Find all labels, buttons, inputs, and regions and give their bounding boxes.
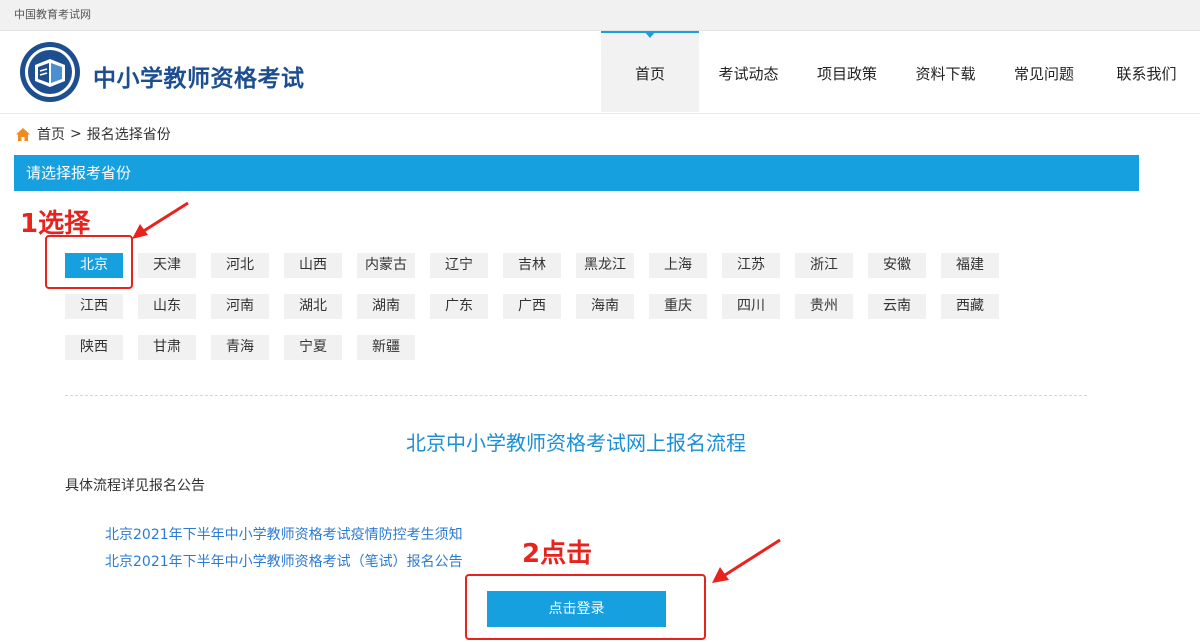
flow-title: 北京中小学教师资格考试网上报名流程: [406, 431, 746, 455]
annotation-step2-box: [465, 574, 706, 640]
province-button[interactable]: 广东: [430, 294, 488, 319]
annotation-arrow-2-icon: [712, 538, 781, 583]
breadcrumb-home-link[interactable]: 首页: [37, 124, 65, 144]
province-button[interactable]: 福建: [941, 253, 999, 278]
home-icon: [16, 127, 30, 141]
province-button[interactable]: 云南: [868, 294, 926, 319]
province-button[interactable]: 浙江: [795, 253, 853, 278]
province-button[interactable]: 内蒙古: [357, 253, 415, 278]
dashed-divider: [65, 395, 1087, 396]
province-button[interactable]: 西藏: [941, 294, 999, 319]
province-button[interactable]: 山西: [284, 253, 342, 278]
province-button[interactable]: 湖北: [284, 294, 342, 319]
flow-detail-text: 具体流程详见报名公告: [65, 478, 205, 494]
province-grid: 北京 天津 河北 山西 内蒙古 辽宁 吉林 黑龙江 上海 江苏 浙江 安徽 福建 江西 山东 河南 湖北 湖南 广东…: [65, 253, 1075, 376]
nav-item-label: 常见问题: [1013, 65, 1074, 83]
nav-item-policy[interactable]: 项目政策: [798, 31, 896, 112]
nav-item-contact[interactable]: 联系我们: [1093, 31, 1200, 112]
province-button[interactable]: 四川: [722, 294, 780, 319]
breadcrumb: 首页 > 报名选择省份: [15, 124, 171, 144]
nav-item-label: 考试动态: [718, 65, 779, 83]
nav-item-home[interactable]: 首页: [601, 31, 699, 112]
site-logo-title[interactable]: 中小学教师资格考试: [93, 59, 305, 93]
province-button[interactable]: 安徽: [868, 253, 926, 278]
site-header: 中小学教师资格考试 首页 考试动态 项目政策 资料下载 常见问题 联系我们: [0, 31, 1200, 114]
nav-item-faq[interactable]: 常见问题: [995, 31, 1093, 112]
nav-item-exam-news[interactable]: 考试动态: [699, 31, 798, 112]
province-button[interactable]: 青海: [211, 335, 269, 360]
province-button[interactable]: 上海: [649, 253, 707, 278]
nav-item-label: 项目政策: [816, 65, 877, 83]
province-button[interactable]: 甘肃: [138, 335, 196, 360]
province-button[interactable]: 贵州: [795, 294, 853, 319]
nav-item-downloads[interactable]: 资料下载: [896, 31, 995, 112]
province-button[interactable]: 宁夏: [284, 335, 342, 360]
province-button[interactable]: 河北: [211, 253, 269, 278]
nav-item-label: 资料下载: [915, 65, 976, 83]
logo-emblem-icon[interactable]: [19, 41, 81, 103]
breadcrumb-current: 报名选择省份: [86, 127, 171, 143]
province-button[interactable]: 江苏: [722, 253, 780, 278]
province-button[interactable]: 新疆: [357, 335, 415, 360]
section-title: 请选择报考省份: [26, 164, 132, 182]
annotation-step2-label: 2点击: [522, 539, 593, 569]
province-button[interactable]: 陕西: [65, 335, 123, 360]
active-indicator-triangle-icon: [644, 31, 656, 38]
notice-link-registration[interactable]: 北京2021年下半年中小学教师资格考试（笔试）报名公告: [105, 551, 463, 571]
nav-item-label: 联系我们: [1116, 65, 1177, 83]
province-button[interactable]: 湖南: [357, 294, 415, 319]
annotation-arrow-1-icon: [132, 201, 189, 239]
province-button[interactable]: 辽宁: [430, 253, 488, 278]
province-button[interactable]: 广西: [503, 294, 561, 319]
main-nav: 首页 考试动态 项目政策 资料下载 常见问题 联系我们: [601, 31, 1200, 112]
top-utility-bar: 中国教育考试网: [0, 0, 1200, 31]
annotation-step1-box: [45, 235, 133, 289]
site-name[interactable]: 中国教育考试网: [14, 6, 91, 22]
province-button[interactable]: 天津: [138, 253, 196, 278]
province-button[interactable]: 黑龙江: [576, 253, 634, 278]
province-button[interactable]: 江西: [65, 294, 123, 319]
province-button[interactable]: 吉林: [503, 253, 561, 278]
breadcrumb-separator: >: [70, 126, 82, 142]
province-button[interactable]: 重庆: [649, 294, 707, 319]
nav-item-label: 首页: [634, 65, 665, 83]
section-title-bar: 请选择报考省份: [14, 155, 1139, 191]
notice-link-epidemic[interactable]: 北京2021年下半年中小学教师资格考试疫情防控考生须知: [105, 524, 463, 544]
province-button[interactable]: 海南: [576, 294, 634, 319]
province-button[interactable]: 河南: [211, 294, 269, 319]
province-button[interactable]: 山东: [138, 294, 196, 319]
